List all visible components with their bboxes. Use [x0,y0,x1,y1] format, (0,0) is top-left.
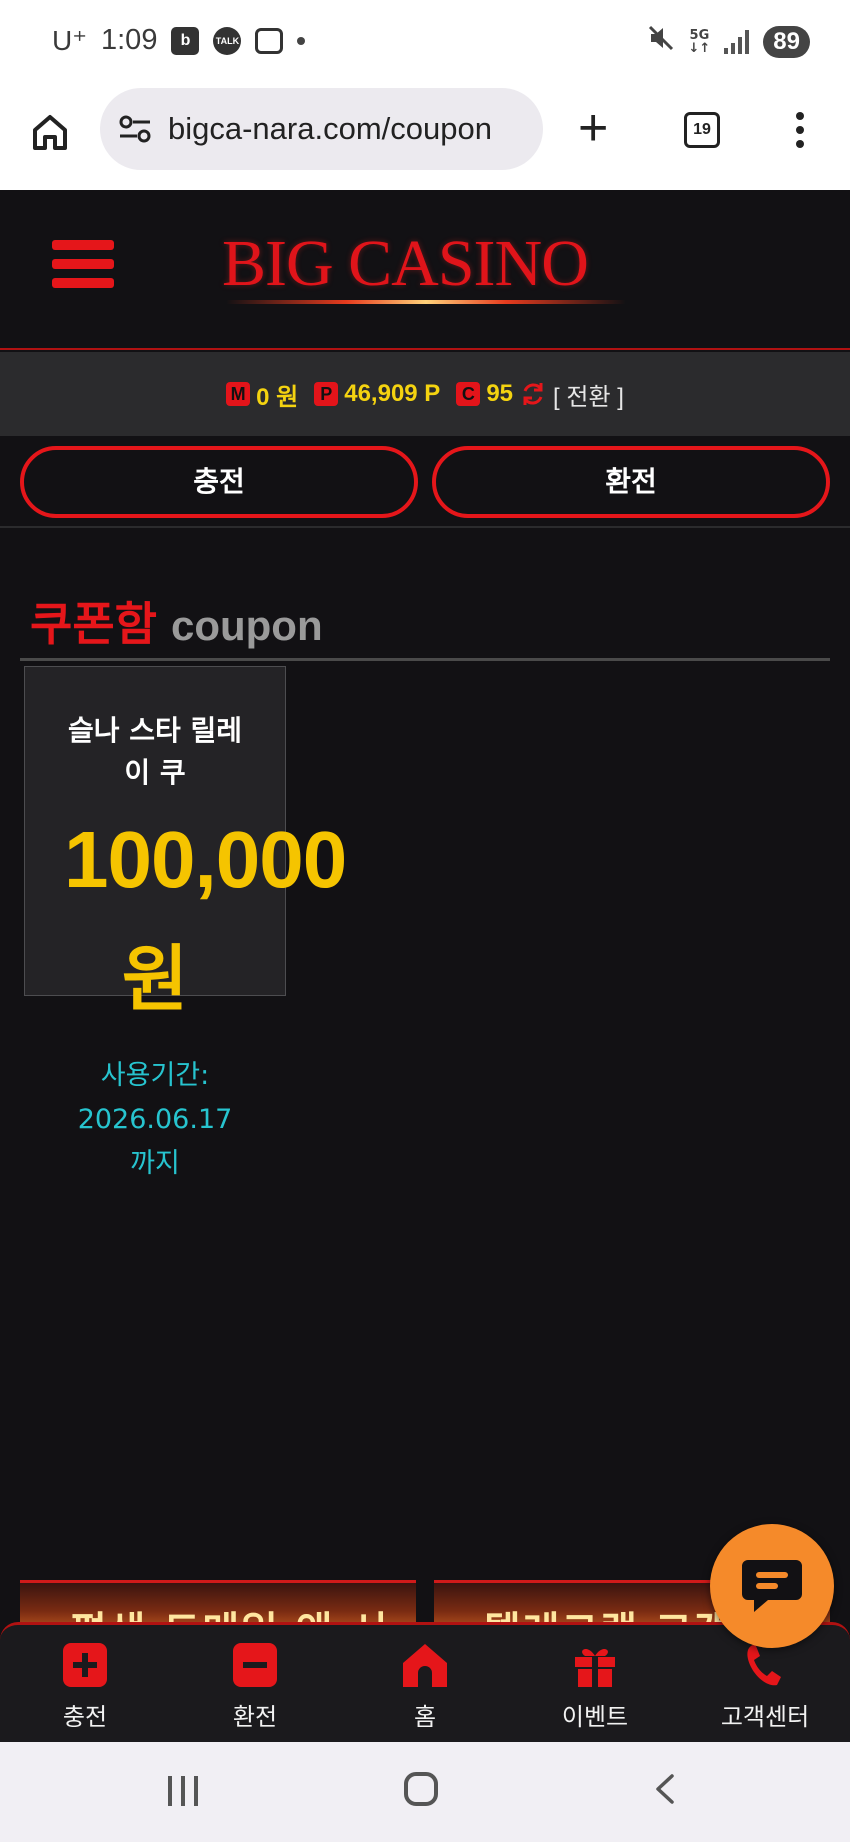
home-icon[interactable] [30,112,70,152]
system-nav-bar [0,1742,850,1842]
carrier-label: U⁺ [52,25,87,56]
nav-label-event: 이벤트 [561,1703,629,1731]
page: U⁺ 1:09 b TALK 5G ↓↑ 89 bigca-nara.com/c… [0,0,850,1842]
money-value: 0 원 [256,383,299,411]
nav-label-charge: 충전 [62,1703,108,1731]
refresh-icon[interactable] [519,380,547,408]
title-divider [20,658,830,661]
convert-link[interactable]: [ 전환 ] [553,377,624,412]
more-options-icon[interactable] [790,112,810,152]
comp-balance: C 95 [ 전환 ] [456,377,624,412]
coupon-amount: 100,000 [64,815,347,904]
point-badge-icon: P [314,382,339,406]
chat-icon [742,1560,802,1612]
charge-button[interactable]: 충전 [20,446,418,518]
battery-indicator: 89 [763,25,810,58]
money-badge-icon: M [226,382,251,406]
page-title-korean: 쿠폰함 [30,597,157,651]
nav-label-exchange: 환전 [232,1703,278,1731]
money-balance: M 0 원 [226,377,298,412]
tab-switcher-button[interactable]: 19 [684,112,720,148]
network-type-icon: 5G ↓↑ [688,27,711,56]
home-icon [403,1644,447,1687]
nav-home[interactable]: 홈 [340,1625,510,1742]
site-header: BIG CASINO [0,190,850,350]
blog-app-icon: b [171,26,200,55]
exchange-button[interactable]: 환전 [432,446,830,518]
signal-icon [724,29,750,54]
recent-apps-icon[interactable] [168,1776,198,1806]
expiry-label: 사용기간: [100,1060,210,1091]
system-home-icon[interactable] [404,1772,438,1806]
back-icon[interactable] [648,1772,682,1806]
bottom-nav: 충전 환전 홈 이벤트 고객센터 [0,1622,850,1742]
gift-icon [575,1648,615,1687]
point-balance: P 46,909 P [314,380,440,408]
phone-icon [747,1645,781,1686]
plus-icon [63,1643,107,1687]
nav-label-home: 홈 [413,1703,437,1731]
balance-bar: M 0 원 P 46,909 P C 95 [ 전환 ] [0,352,850,436]
more-notifications-icon [297,36,306,45]
comp-value: 95 [486,380,514,407]
new-tab-button[interactable]: + [578,102,608,154]
page-title: 쿠폰함 coupon [30,588,323,654]
expiry-date: 2026.06.17 [77,1104,233,1135]
url-text: bigca-nara.com/coupon [168,111,492,146]
coupon-name-line2: 이 쿠 [124,756,186,789]
nav-event[interactable]: 이벤트 [510,1625,680,1742]
coupon-currency: 원 [121,937,189,1021]
page-title-english: coupon [170,602,323,649]
comp-badge-icon: C [456,382,481,406]
logo-underline [226,300,626,304]
action-row: 충전 환전 [0,436,850,528]
nav-label-support: 고객센터 [720,1703,810,1731]
coupon-name: 슬나 스타 릴레 이 쿠 [24,710,286,794]
site-settings-icon[interactable] [118,114,152,144]
nav-charge[interactable]: 충전 [0,1625,170,1742]
nav-exchange[interactable]: 환전 [170,1625,340,1742]
expiry-suffix: 까지 [130,1148,180,1179]
coupon-expiry: 사용기간: 2026.06.17 까지 [24,1054,286,1186]
coupon-name-line1: 슬나 스타 릴레 [67,714,243,747]
browser-toolbar: bigca-nara.com/coupon + 19 [0,86,850,190]
site-logo[interactable]: BIG CASINO [222,226,589,302]
menu-icon[interactable] [52,240,114,294]
mute-icon [647,24,675,59]
screenshot-icon [255,27,284,54]
minus-icon [233,1643,277,1687]
chat-button[interactable] [710,1524,834,1648]
status-bar: U⁺ 1:09 b TALK 5G ↓↑ 89 [0,0,850,86]
clock: 1:09 [101,24,158,56]
address-bar[interactable]: bigca-nara.com/coupon [100,88,543,170]
kakaotalk-icon: TALK [213,26,242,55]
point-value: 46,909 P [344,380,441,407]
